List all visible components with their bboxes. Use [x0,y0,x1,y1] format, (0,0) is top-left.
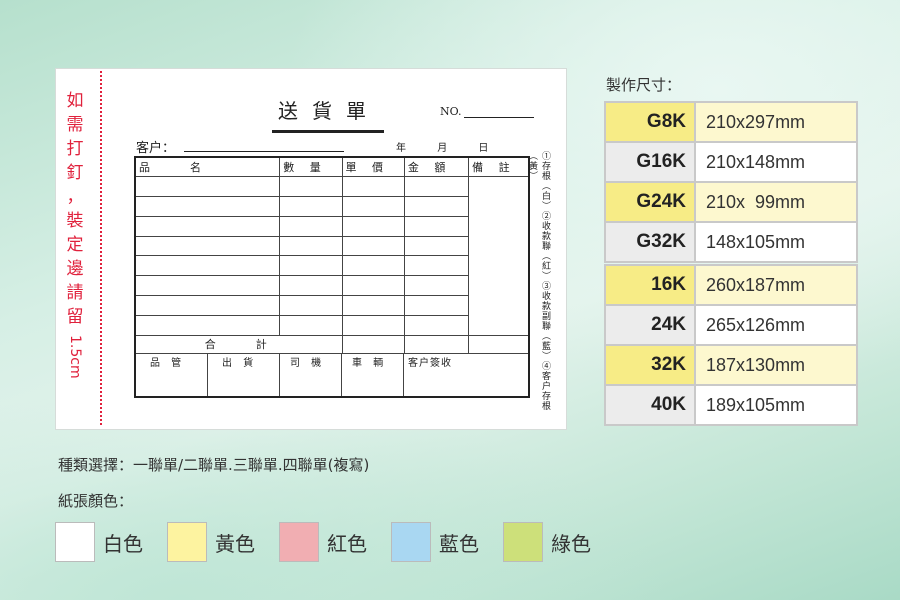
size-code: G8K [606,103,694,141]
swatch-red: 紅色 [279,522,373,562]
size-code: G16K [606,143,694,181]
date-row: 年 月 日 [396,143,489,154]
sign-quality: 品 管 [136,353,208,376]
size-code: 24K [606,306,694,344]
size-dimension: 210x 99mm [696,183,856,221]
form-title: 送貨單 [272,95,384,133]
size-row: G16K 210x148mm [606,143,856,181]
swatch-label: 綠色 [551,531,591,556]
sign-customer: 客户簽收 [408,357,452,369]
sign-vehicle: 車 輌 [342,353,404,376]
color-box [167,522,207,562]
size-dimension: 260x187mm [696,266,856,304]
swatch-label: 白色 [103,531,143,556]
perforation-line [100,71,102,425]
header-item: 品 名 [134,156,281,178]
size-code: 16K [606,266,694,304]
binding-margin-measure: 1.5cm [67,335,83,379]
sign-shipping: 出 貨 [208,353,280,376]
signature-label-row: 品 管 出 貨 司 機 車 輌 客户簽收 [135,353,529,376]
delivery-form-sample: 如 需 打 釘 ， 裝 定 邊 請 留 1.5cm 送貨單 NO. 客户： 年 … [55,68,567,430]
size-dimension: 265x126mm [696,306,856,344]
color-box [503,522,543,562]
swatch-label: 黃色 [215,531,255,556]
table-header-row: 品 名 數 量 單 價 金 額 備 註 [134,156,530,178]
size-table-group-2: 16K 260x187mm 24K 265x126mm 32K 187x130m… [604,264,858,426]
size-row: 32K 187x130mm [606,346,856,384]
binding-note: 如 需 打 釘 ， 裝 定 邊 請 留 1.5cm [62,89,88,379]
swatch-white: 白色 [55,522,149,562]
form-number-line [464,117,534,118]
size-row: G32K 148x105mm [606,223,856,261]
swatch-yellow: 黃色 [167,522,261,562]
size-dimension: 210x297mm [696,103,856,141]
swatch-label: 藍色 [439,531,479,556]
size-code: 32K [606,346,694,384]
size-dimension: 189x105mm [696,386,856,424]
size-row: 16K 260x187mm [606,266,856,304]
size-table-group-1: G8K 210x297mm G16K 210x148mm G24K 210x 9… [604,101,858,263]
customer-label: 客户： [136,141,176,156]
size-dimension: 148x105mm [696,223,856,261]
form-number-label: NO. [440,105,462,118]
swatch-label: 紅色 [327,531,367,556]
header-amount: 金 額 [403,156,470,178]
signature-blank-row [134,375,530,398]
header-quantity: 數 量 [279,156,343,178]
form-types-text: 種類選擇：一聯單/二聯單.三聯單.四聯單(複寫) [58,456,370,474]
header-unit-price: 單 價 [341,156,405,178]
copy-distribution-note: ①存根（白）②收款聯（紅）③收款副聯（藍）④客户存根（黃） [527,151,550,411]
paper-color-swatches: 白色 黃色 紅色 藍色 綠色 [55,522,615,562]
size-dimension: 210x148mm [696,143,856,181]
size-row: G8K 210x297mm [606,103,856,141]
size-code: G24K [606,183,694,221]
color-box [279,522,319,562]
size-heading: 製作尺寸： [606,76,682,94]
customer-line [184,151,344,152]
size-code: 40K [606,386,694,424]
total-label: 合 計 [134,334,343,354]
paper-color-heading: 紙張顏色： [58,492,134,510]
size-code: G32K [606,223,694,261]
header-remarks: 備 註 [468,156,530,178]
delivery-table: 品 名 數 量 單 價 金 額 備 註 合 計 品 管 出 貨 司 機 車 輌 [134,156,530,398]
size-dimension: 187x130mm [696,346,856,384]
swatch-green: 綠色 [503,522,597,562]
table-row [134,176,530,336]
sign-driver: 司 機 [280,353,342,376]
size-row: 40K 189x105mm [606,386,856,424]
size-row: 24K 265x126mm [606,306,856,344]
size-row: G24K 210x 99mm [606,183,856,221]
color-box [391,522,431,562]
total-row: 合 計 [134,334,530,354]
swatch-blue: 藍色 [391,522,485,562]
color-box [55,522,95,562]
